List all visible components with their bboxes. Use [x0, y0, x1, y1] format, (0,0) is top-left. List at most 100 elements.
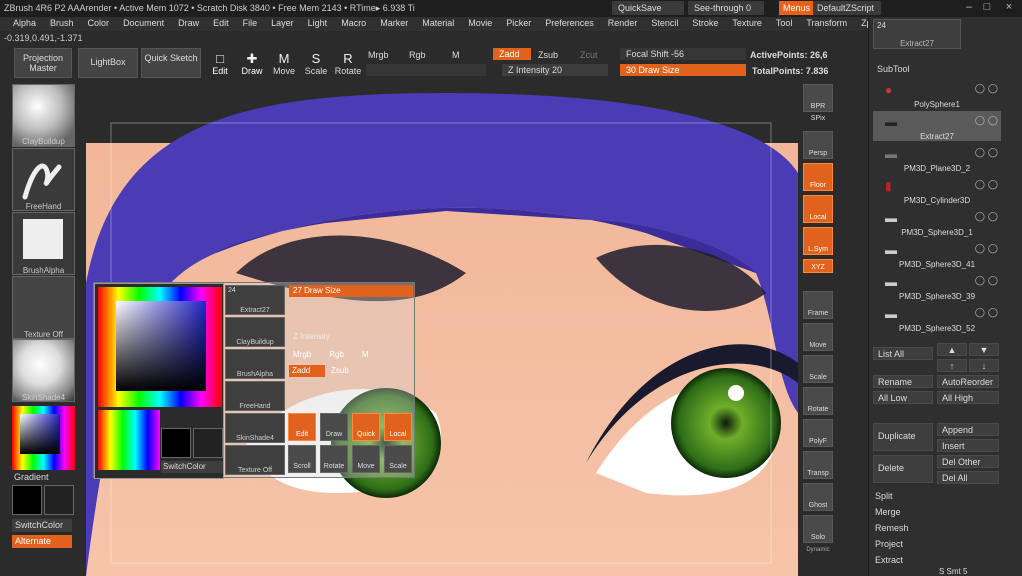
minimize-icon[interactable]: –: [962, 1, 976, 15]
subtool-row[interactable]: ▬ ◯◯ PM3D_Sphere3D_1: [873, 207, 1001, 237]
arrow-up-icon[interactable]: ↑: [937, 359, 967, 372]
rgb-intensity-slider[interactable]: [366, 64, 486, 76]
popup-move-button[interactable]: Move: [352, 445, 380, 473]
z-intensity-slider[interactable]: Z Intensity 20: [502, 64, 608, 76]
all-high-button[interactable]: All High: [937, 391, 999, 404]
menu-stencil[interactable]: Stencil: [644, 17, 685, 31]
menu-color[interactable]: Color: [81, 17, 117, 31]
edit-mode-button[interactable]: □ Edit: [205, 48, 235, 78]
popup-scroll-button[interactable]: Scroll: [288, 445, 316, 473]
zadd-button[interactable]: Zadd: [493, 48, 531, 60]
menu-layer[interactable]: Layer: [264, 17, 301, 31]
mrgb-button[interactable]: Mrgb: [368, 50, 389, 60]
popup-z-intensity-slider[interactable]: Z Intensity: [289, 331, 413, 343]
visibility-toggle-icon[interactable]: ◯◯: [975, 83, 1001, 94]
m-button[interactable]: M: [452, 50, 460, 60]
current-tool-thumb[interactable]: 24 Extract27: [873, 19, 961, 49]
maximize-icon[interactable]: □: [980, 1, 994, 15]
popup-edit-button[interactable]: Edit: [288, 413, 316, 441]
move-mode-button[interactable]: M Move: [270, 48, 298, 78]
menu-preferences[interactable]: Preferences: [538, 17, 601, 31]
popup-m-button[interactable]: M: [362, 350, 369, 360]
alternate-button[interactable]: Alternate: [12, 535, 72, 548]
quick-sketch-button[interactable]: Quick Sketch: [141, 48, 201, 78]
popup-switch-color-button[interactable]: SwitchColor: [161, 461, 223, 473]
subtool-header[interactable]: SubTool: [877, 64, 910, 74]
lsym-button[interactable]: L.Sym: [803, 227, 833, 255]
subtool-row-selected[interactable]: ▬ ◯◯ Extract27: [873, 111, 1001, 141]
popup-color-square[interactable]: [116, 301, 206, 391]
spix-label[interactable]: SPix: [803, 115, 833, 122]
subtool-row[interactable]: ▬ ◯◯ PM3D_Sphere3D_41: [873, 239, 1001, 269]
popup-material-tile[interactable]: SkinShade4: [225, 413, 285, 443]
extract-section[interactable]: Extract: [875, 555, 903, 565]
smooth-slider[interactable]: S Smt 5: [939, 567, 967, 576]
menus-button[interactable]: Menus: [779, 1, 813, 15]
popup-stroke-tile[interactable]: FreeHand: [225, 381, 285, 411]
quicksave-button[interactable]: QuickSave: [612, 1, 684, 15]
popup-brush-tile[interactable]: ClayBuildup: [225, 317, 285, 347]
menu-draw[interactable]: Draw: [171, 17, 206, 31]
rename-button[interactable]: Rename: [873, 375, 933, 388]
close-icon[interactable]: ×: [1002, 1, 1016, 15]
popup-zsub-button[interactable]: Zsub: [328, 365, 364, 377]
zcut-button[interactable]: Zcut: [580, 50, 598, 60]
move-button[interactable]: Move: [803, 323, 833, 351]
menu-file[interactable]: File: [236, 17, 265, 31]
menu-alpha[interactable]: Alpha: [6, 17, 43, 31]
popup-scale-button[interactable]: Scale: [384, 445, 412, 473]
popup-draw-button[interactable]: Draw: [320, 413, 348, 441]
visibility-toggle-icon[interactable]: ◯◯: [975, 179, 1001, 190]
xyz-button[interactable]: XYZ: [803, 259, 833, 273]
ghost-button[interactable]: Ghost: [803, 483, 833, 511]
menu-transform[interactable]: Transform: [799, 17, 854, 31]
menu-marker[interactable]: Marker: [373, 17, 415, 31]
popup-zadd-button[interactable]: Zadd: [289, 365, 325, 377]
rotate-mode-button[interactable]: R Rotate: [334, 48, 362, 78]
del-other-button[interactable]: Del Other: [937, 455, 999, 468]
all-low-button[interactable]: All Low: [873, 391, 933, 404]
frame-button[interactable]: Frame: [803, 291, 833, 319]
visibility-toggle-icon[interactable]: ◯◯: [975, 275, 1001, 286]
visibility-toggle-icon[interactable]: ◯◯: [975, 211, 1001, 222]
split-section[interactable]: Split: [875, 491, 893, 501]
popup-main-color[interactable]: [161, 428, 191, 458]
draw-mode-button[interactable]: ✚ Draw: [237, 48, 267, 78]
draw-size-slider[interactable]: 30 Draw Size: [620, 64, 746, 76]
popup-mrgb-button[interactable]: Mrgb: [293, 350, 311, 360]
menu-texture[interactable]: Texture: [725, 17, 769, 31]
visibility-toggle-icon[interactable]: ◯◯: [975, 147, 1001, 158]
popup-hue-ring[interactable]: [98, 287, 222, 407]
menu-brush[interactable]: Brush: [43, 17, 81, 31]
menu-picker[interactable]: Picker: [499, 17, 538, 31]
popup-rgb-button[interactable]: Rgb: [329, 350, 344, 360]
move-down-icon[interactable]: ▼: [969, 343, 999, 356]
duplicate-button[interactable]: Duplicate: [873, 423, 933, 451]
list-all-button[interactable]: List All: [873, 347, 933, 360]
popup-secondary-color[interactable]: [193, 428, 223, 458]
popup-color-picker[interactable]: SwitchColor: [94, 283, 224, 479]
menu-document[interactable]: Document: [116, 17, 171, 31]
menu-render[interactable]: Render: [601, 17, 645, 31]
scale-mode-button[interactable]: S Scale: [302, 48, 330, 78]
default-zscript-button[interactable]: DefaultZScript: [813, 1, 881, 15]
popup-texture-tile[interactable]: Texture Off: [225, 445, 285, 475]
project-section[interactable]: Project: [875, 539, 903, 549]
menu-edit[interactable]: Edit: [206, 17, 236, 31]
local-button[interactable]: Local: [803, 195, 833, 223]
menu-stroke[interactable]: Stroke: [685, 17, 725, 31]
solo-button[interactable]: Solo: [803, 515, 833, 543]
dynamic-label[interactable]: Dynamic: [803, 547, 833, 553]
insert-button[interactable]: Insert: [937, 439, 999, 452]
bpr-button[interactable]: BPR: [803, 84, 833, 112]
projection-master-button[interactable]: Projection Master: [14, 48, 72, 78]
persp-button[interactable]: Persp: [803, 131, 833, 159]
del-all-button[interactable]: Del All: [937, 471, 999, 484]
rgb-button[interactable]: Rgb: [409, 50, 426, 60]
focal-shift-slider[interactable]: Focal Shift -56: [620, 48, 746, 60]
lightbox-button[interactable]: LightBox: [78, 48, 138, 78]
popup-rotate-button[interactable]: Rotate: [320, 445, 348, 473]
switch-color-button[interactable]: SwitchColor: [12, 519, 72, 532]
subtool-row[interactable]: ▬ ◯◯ PM3D_Sphere3D_52: [873, 303, 1001, 333]
subtool-row[interactable]: ▬ ◯◯ PM3D_Plane3D_2: [873, 143, 1001, 173]
